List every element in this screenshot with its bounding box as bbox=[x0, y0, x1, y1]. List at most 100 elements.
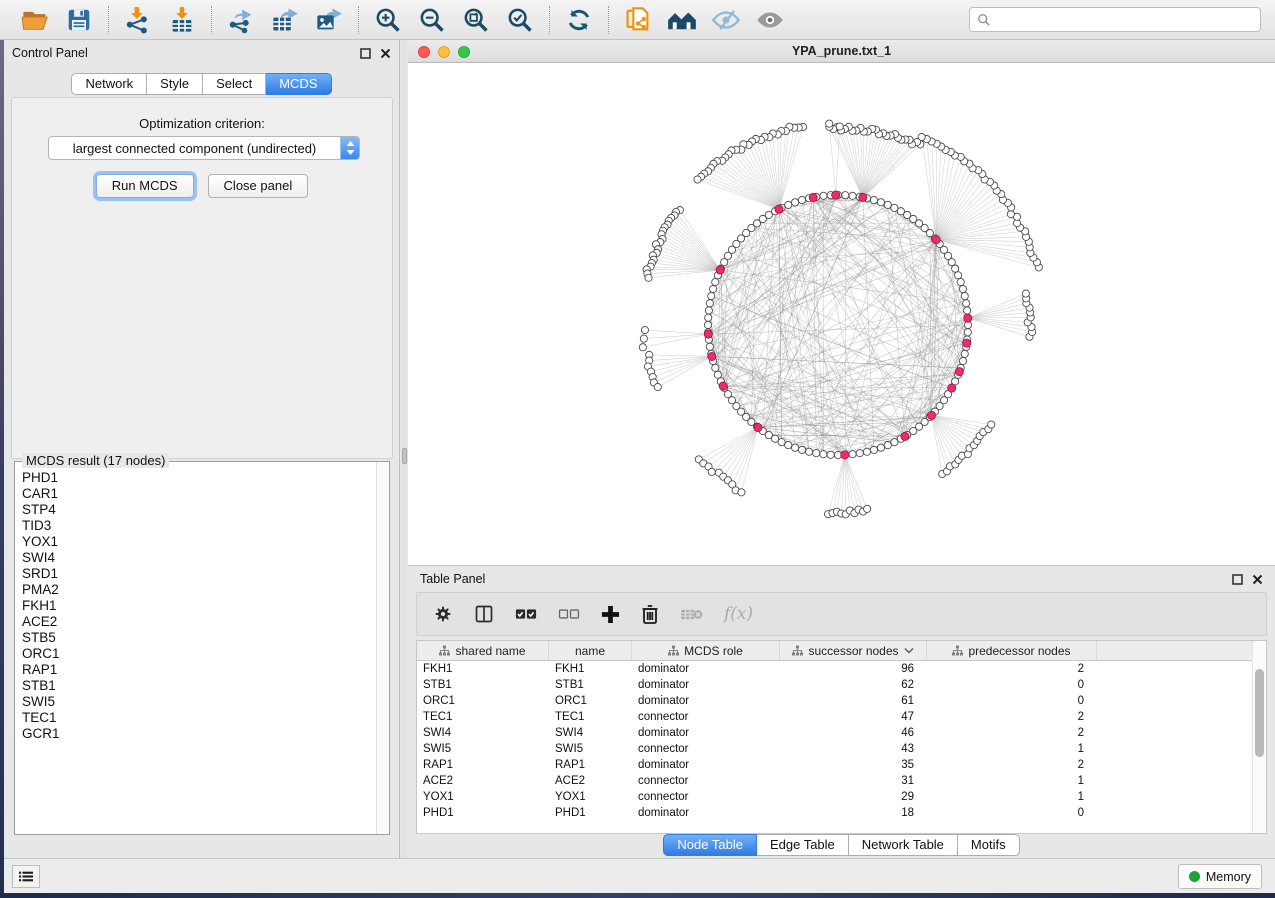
dominator-node[interactable] bbox=[775, 205, 783, 213]
network-node[interactable] bbox=[856, 450, 863, 457]
save-session-button[interactable] bbox=[62, 4, 96, 36]
table-row[interactable]: ACE2ACE2connector311 bbox=[417, 773, 1266, 789]
network-node[interactable] bbox=[963, 300, 970, 307]
network-node[interactable] bbox=[884, 442, 891, 449]
split-view-button[interactable] bbox=[474, 604, 494, 624]
dominator-node[interactable] bbox=[719, 382, 727, 390]
close-window-icon[interactable] bbox=[418, 46, 430, 58]
network-node[interactable] bbox=[836, 123, 843, 130]
network-node[interactable] bbox=[785, 201, 792, 208]
network-node[interactable] bbox=[959, 285, 966, 292]
mcds-result-item[interactable]: SRD1 bbox=[22, 566, 389, 582]
table-row[interactable]: YOX1YOX1connector291 bbox=[417, 789, 1266, 805]
network-node[interactable] bbox=[820, 192, 827, 199]
delete-table-button[interactable] bbox=[680, 607, 703, 622]
table-row[interactable]: SWI5SWI5connector431 bbox=[417, 741, 1266, 757]
first-neighbors-button[interactable] bbox=[665, 4, 699, 36]
mcds-result-item[interactable]: GCR1 bbox=[22, 726, 389, 742]
dominator-node[interactable] bbox=[927, 411, 935, 419]
tab-node-table[interactable]: Node Table bbox=[663, 834, 757, 856]
network-canvas[interactable] bbox=[408, 63, 1275, 565]
task-history-button[interactable] bbox=[12, 865, 40, 888]
dominator-node[interactable] bbox=[955, 367, 963, 375]
tab-mcds[interactable]: MCDS bbox=[266, 73, 331, 95]
network-node[interactable] bbox=[706, 300, 713, 307]
network-node[interactable] bbox=[959, 357, 966, 364]
dominator-node[interactable] bbox=[708, 352, 716, 360]
table-row[interactable]: ORC1ORC1dominator610 bbox=[417, 693, 1266, 709]
network-node[interactable] bbox=[813, 450, 820, 457]
mcds-result-item[interactable]: STB1 bbox=[22, 678, 389, 694]
search-input[interactable] bbox=[991, 12, 1253, 28]
table-row[interactable]: PHD1PHD1dominator180 bbox=[417, 805, 1266, 821]
network-node[interactable] bbox=[827, 451, 834, 458]
dominator-node[interactable] bbox=[859, 193, 867, 201]
close-panel-icon[interactable] bbox=[1252, 574, 1263, 585]
mcds-list-scrollbar[interactable] bbox=[376, 462, 389, 834]
mcds-result-item[interactable]: STB5 bbox=[22, 630, 389, 646]
dominator-node[interactable] bbox=[809, 193, 817, 201]
delete-columns-button[interactable] bbox=[641, 604, 659, 624]
network-node[interactable] bbox=[849, 451, 856, 458]
dominator-node[interactable] bbox=[716, 266, 724, 274]
dominator-node[interactable] bbox=[704, 330, 712, 338]
mcds-result-item[interactable]: YOX1 bbox=[22, 534, 389, 550]
dominator-node[interactable] bbox=[754, 423, 762, 431]
network-node[interactable] bbox=[870, 446, 877, 453]
export-network-button[interactable] bbox=[224, 4, 258, 36]
tab-network[interactable]: Network bbox=[71, 73, 147, 95]
network-node[interactable] bbox=[785, 442, 792, 449]
zoom-in-button[interactable] bbox=[371, 4, 405, 36]
close-panel-icon[interactable] bbox=[380, 48, 391, 59]
dominator-node[interactable] bbox=[841, 451, 849, 459]
network-node[interactable] bbox=[964, 329, 971, 336]
network-node[interactable] bbox=[709, 285, 716, 292]
network-node[interactable] bbox=[988, 421, 995, 428]
dominator-node[interactable] bbox=[832, 191, 840, 199]
column-header-predecessor-nodes[interactable]: predecessor nodes bbox=[927, 641, 1097, 660]
maximize-window-icon[interactable] bbox=[458, 46, 470, 58]
mcds-result-item[interactable]: ORC1 bbox=[22, 646, 389, 662]
network-node[interactable] bbox=[705, 314, 712, 321]
mcds-result-item[interactable]: PMA2 bbox=[22, 582, 389, 598]
splitter-grip[interactable] bbox=[402, 448, 407, 464]
network-node[interactable] bbox=[654, 383, 661, 390]
network-node[interactable] bbox=[706, 343, 713, 350]
network-node[interactable] bbox=[1022, 290, 1029, 297]
network-node[interactable] bbox=[705, 307, 712, 314]
mcds-result-item[interactable]: PHD1 bbox=[22, 470, 389, 486]
column-header-shared-name[interactable]: shared name bbox=[417, 641, 549, 660]
network-node[interactable] bbox=[714, 371, 721, 378]
tab-edge-table[interactable]: Edge Table bbox=[757, 834, 849, 856]
dominator-node[interactable] bbox=[964, 314, 972, 322]
dominator-node[interactable] bbox=[948, 384, 956, 392]
mcds-result-item[interactable]: SWI4 bbox=[22, 550, 389, 566]
network-node[interactable] bbox=[877, 444, 884, 451]
network-node[interactable] bbox=[1007, 211, 1014, 218]
network-node[interactable] bbox=[712, 278, 719, 285]
import-table-button[interactable] bbox=[165, 4, 199, 36]
add-column-button[interactable] bbox=[601, 605, 620, 624]
mcds-result-item[interactable]: CAR1 bbox=[22, 486, 389, 502]
mcds-result-item[interactable]: SWI5 bbox=[22, 694, 389, 710]
network-node[interactable] bbox=[798, 446, 805, 453]
network-node[interactable] bbox=[704, 321, 711, 328]
search-box[interactable] bbox=[969, 7, 1261, 32]
network-node[interactable] bbox=[961, 292, 968, 299]
network-node[interactable] bbox=[712, 364, 719, 371]
network-node[interactable] bbox=[641, 326, 648, 333]
network-node[interactable] bbox=[964, 307, 971, 314]
network-node[interactable] bbox=[863, 448, 870, 455]
network-node[interactable] bbox=[694, 176, 701, 183]
column-header-mcds-role[interactable]: MCDS role bbox=[632, 641, 780, 660]
zoom-fit-button[interactable] bbox=[459, 4, 493, 36]
table-row[interactable]: FKH1FKH1dominator962 bbox=[417, 661, 1266, 677]
open-session-button[interactable] bbox=[18, 4, 52, 36]
mcds-result-list[interactable]: PHD1CAR1STP4TID3YOX1SWI4SRD1PMA2FKH1ACE2… bbox=[15, 462, 389, 834]
network-node[interactable] bbox=[842, 192, 849, 199]
select-all-button[interactable] bbox=[515, 606, 537, 622]
zoom-out-button[interactable] bbox=[415, 4, 449, 36]
minimize-window-icon[interactable] bbox=[438, 46, 450, 58]
show-all-button[interactable] bbox=[753, 4, 787, 36]
tab-motifs[interactable]: Motifs bbox=[958, 834, 1020, 856]
